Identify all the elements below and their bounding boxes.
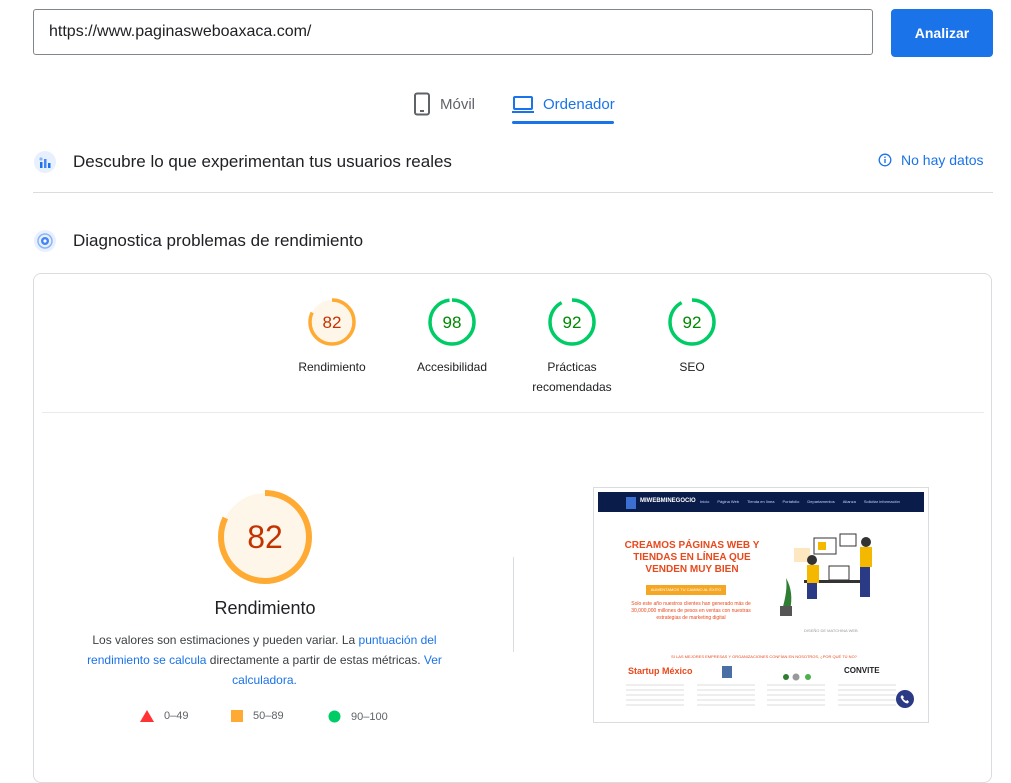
thumbnail-nav-link: Página Web: [717, 499, 740, 504]
thumbnail-brand-logos: [782, 668, 816, 681]
score-gauge[interactable]: 98 Accesibilidad: [392, 297, 512, 377]
gauges-divider: [42, 412, 984, 413]
performance-main-gauge: 82: [218, 490, 312, 584]
page-screenshot-thumbnail[interactable]: MIWEBMINEGOCIO Inicio Página Web Tienda …: [593, 487, 929, 723]
score-description: Los valores son estimaciones y pueden va…: [83, 630, 446, 690]
thumbnail-column: [626, 684, 684, 708]
thumbnail-brand-logo: [722, 666, 732, 678]
score-gauge[interactable]: 82 Rendimiento: [272, 297, 392, 377]
thumbnail-illustration: [780, 533, 872, 616]
tab-mobile-label: Móvil: [440, 95, 476, 113]
thumbnail-nav-links: Inicio Página Web Tienda en línea Portaf…: [700, 499, 900, 504]
section-divider: [33, 192, 993, 193]
thumbnail-nav-link: Alianza: [842, 499, 856, 504]
triangle-icon: [140, 710, 154, 722]
no-data-label: No hay datos: [901, 152, 984, 168]
thumbnail-logo-mark: [626, 497, 636, 509]
active-tab-indicator: [512, 121, 614, 124]
thumbnail-nav-link: Portafolio: [782, 499, 800, 504]
thumbnail-nav-link: Tienda en línea: [747, 499, 775, 504]
description-text-1: Los valores son estimaciones y pueden va…: [92, 633, 359, 647]
main-score-value: 82: [247, 519, 283, 555]
thumbnail-columns: [626, 684, 896, 708]
main-score-title: Rendimiento: [214, 598, 316, 618]
url-input[interactable]: [33, 9, 873, 55]
thumbnail-phone-button: [896, 690, 914, 708]
score-value: 82: [323, 313, 342, 332]
legend-average-label: 50–89: [253, 710, 284, 722]
thumbnail-heading: CREAMOS PÁGINAS WEB Y TIENDAS EN LÍNEA Q…: [624, 540, 760, 575]
legend-fail: 0–49: [140, 710, 188, 722]
thumbnail-column: [837, 684, 896, 708]
thumbnail-nav-link: Departamentos: [807, 499, 835, 504]
vertical-separator: [513, 557, 514, 652]
score-value: 92: [563, 313, 582, 332]
score-gauge-ring: 92: [548, 298, 596, 346]
no-data-status[interactable]: No hay datos: [878, 152, 984, 168]
analyze-button[interactable]: Analizar: [891, 9, 993, 57]
laptop-icon: [512, 96, 534, 113]
users-data-icon: [34, 151, 56, 173]
legend-pass: 90–100: [328, 710, 388, 723]
thumbnail-column: [767, 684, 826, 708]
thumbnail-brand-left: Startup México: [628, 666, 693, 676]
thumbnail-subheading: SI LAS MEJORES EMPRESAS Y ORGANIZACIONES…: [671, 654, 857, 659]
legend-pass-label: 90–100: [351, 710, 388, 723]
thumbnail-brand-right: CONVITE: [844, 666, 880, 675]
thumbnail-small-text: Solo este año nuestros clientes han gene…: [631, 601, 751, 621]
score-gauge-ring: 92: [668, 298, 716, 346]
score-value: 92: [683, 313, 702, 332]
score-label: Rendimiento: [298, 360, 366, 374]
lab-data-title: Diagnostica problemas de rendimiento: [73, 231, 364, 250]
thumbnail-column: [696, 684, 755, 708]
score-gauge[interactable]: 92 Prácticas recomendadas: [512, 297, 632, 397]
score-label: SEO: [679, 360, 705, 374]
thumbnail-nav-link: Inicio: [700, 499, 710, 504]
info-icon: [878, 153, 892, 167]
score-gauge-ring: 98: [428, 298, 476, 346]
diagnostics-icon: [34, 230, 56, 252]
thumbnail-navbar: MIWEBMINEGOCIO Inicio Página Web Tienda …: [598, 492, 924, 512]
score-label: Prácticas recomendadas: [532, 360, 612, 394]
tab-mobile[interactable]: Móvil: [412, 84, 475, 124]
score-gauge[interactable]: 92 SEO: [632, 297, 752, 377]
tab-desktop[interactable]: Ordenador: [511, 84, 615, 124]
description-text-2: directamente a partir de estas métricas.: [206, 653, 424, 667]
legend-fail-label: 0–49: [164, 710, 189, 722]
circle-icon: [328, 710, 341, 723]
score-value: 98: [443, 313, 462, 332]
field-data-title: Descubre lo que experimentan tus usuario…: [73, 152, 452, 171]
phone-icon: [414, 92, 430, 116]
legend-average: 50–89: [231, 710, 284, 722]
thumbnail-logo: MIWEBMINEGOCIO: [640, 498, 696, 504]
phone-call-icon: [900, 695, 909, 704]
score-gauge-ring: 82: [308, 298, 356, 346]
tab-desktop-label: Ordenador: [543, 95, 615, 113]
thumbnail-nav-link: Solicitar información: [863, 499, 900, 504]
thumbnail-cta: AUMENTAMOS TU CAMINO AL ÉXITO: [646, 585, 726, 595]
score-label: Accesibilidad: [416, 360, 488, 374]
thumbnail-caption: DISEÑO DE MATCHINA WEB: [804, 628, 858, 633]
square-icon: [231, 710, 243, 722]
